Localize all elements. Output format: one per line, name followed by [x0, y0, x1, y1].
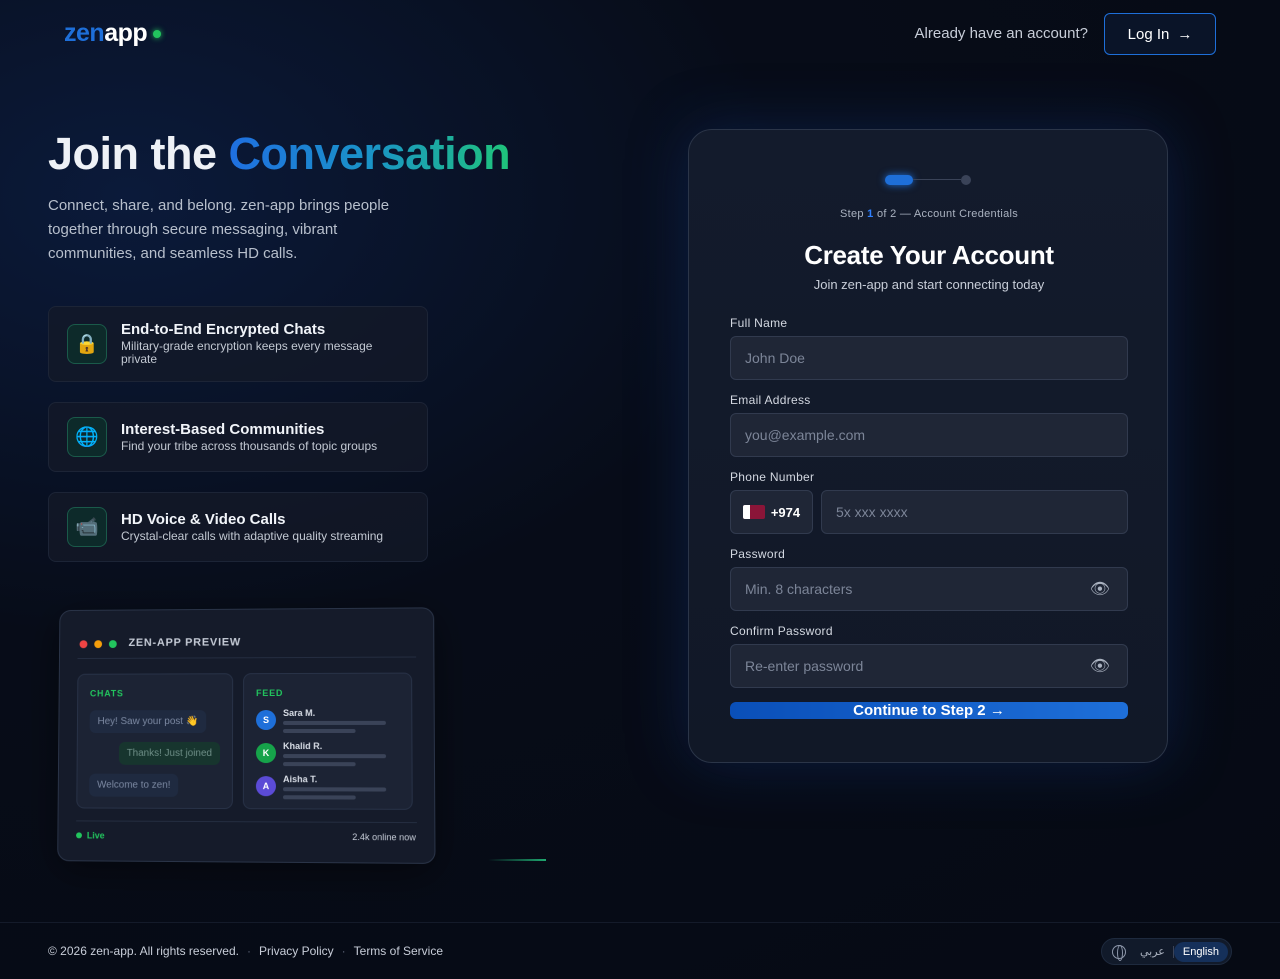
feed-user-name: Aisha T.: [283, 774, 317, 784]
window-minimize-dot: [94, 640, 102, 648]
video-camera-icon: 📹: [67, 507, 107, 547]
separator: ·: [342, 944, 346, 958]
live-indicator: Live: [76, 830, 105, 840]
chat-bubble: Hey! Saw your post 👋: [90, 710, 207, 733]
feed-item: A Aisha T.: [256, 776, 398, 801]
chats-label: CHATS: [90, 688, 124, 698]
arrow-right-icon: →: [1177, 26, 1192, 43]
logo-app-text: app: [104, 19, 147, 48]
chat-bubble: Welcome to zen!: [89, 774, 178, 797]
avatar: K: [256, 743, 276, 763]
feed-label: FEED: [256, 688, 283, 698]
step-label: Step 1 of 2 — Account Credentials: [689, 208, 1169, 220]
online-count: 2.4k online now: [352, 832, 416, 843]
feature-card-encrypted: 🔒 End-to-End Encrypted Chats Military-gr…: [48, 306, 428, 382]
feed-item: K Khalid R.: [256, 743, 397, 767]
footer: © 2026 zen-app. All rights reserved. · P…: [0, 922, 1280, 979]
feed-user-name: Khalid R.: [283, 741, 322, 751]
step-suffix: of 2 — Account Credentials: [877, 208, 1018, 220]
step-current: 1: [867, 208, 873, 220]
app-preview-card: ZEN-APP PREVIEW CHATS Hey! Saw your post…: [57, 607, 435, 864]
login-button[interactable]: Log In →: [1104, 13, 1216, 55]
feature-title: Interest-Based Communities: [121, 421, 324, 438]
country-code-select[interactable]: +974: [730, 490, 813, 534]
copyright-text: © 2026 zen-app. All rights reserved.: [48, 944, 239, 958]
full-name-input[interactable]: [730, 336, 1128, 380]
hero-title-highlight: Conversation: [229, 128, 511, 179]
phone-label: Phone Number: [730, 470, 814, 484]
feature-title: End-to-End Encrypted Chats: [121, 321, 325, 338]
hero-title-plain: Join the: [48, 128, 217, 179]
preview-title: ZEN-APP PREVIEW: [129, 636, 242, 648]
divider: [78, 657, 417, 660]
feature-description: Military-grade encryption keeps every me…: [121, 340, 411, 366]
placeholder-line: [283, 729, 356, 733]
lang-english-option[interactable]: English: [1174, 942, 1228, 962]
hero-title: Join the Conversation: [48, 128, 510, 180]
top-header: zen app Already have an account? Log In →: [0, 0, 1280, 68]
language-switcher: عربي English: [1101, 938, 1232, 965]
step-progress: [885, 174, 975, 186]
qatar-flag-icon: [743, 505, 765, 519]
hero-description: Connect, share, and belong. zen-app brin…: [48, 194, 398, 266]
terms-of-service-link[interactable]: Terms of Service: [354, 944, 443, 958]
feature-card-communities: 🌐 Interest-Based Communities Find your t…: [48, 402, 428, 472]
feature-title: HD Voice & Video Calls: [121, 511, 286, 528]
login-label: Log In: [1128, 26, 1170, 43]
avatar: A: [256, 776, 276, 796]
logo-zen-text: zen: [64, 19, 104, 48]
lang-arabic-option[interactable]: عربي: [1140, 945, 1165, 958]
eye-icon[interactable]: 👁: [1090, 656, 1110, 676]
signup-title: Create Your Account: [689, 240, 1169, 271]
phone-input[interactable]: [821, 490, 1128, 534]
password-input[interactable]: [730, 567, 1128, 611]
feed-item: S Sara M.: [256, 710, 397, 734]
feed-user-name: Sara M.: [283, 708, 315, 718]
email-label: Email Address: [730, 393, 811, 407]
full-name-label: Full Name: [730, 316, 787, 330]
chat-bubble-own: Thanks! Just joined: [119, 742, 220, 765]
window-close-dot: [80, 640, 88, 648]
avatar: S: [256, 710, 276, 730]
feature-description: Find your tribe across thousands of topi…: [121, 440, 411, 453]
privacy-policy-link[interactable]: Privacy Policy: [259, 944, 334, 958]
separator: ·: [247, 944, 251, 958]
confirm-password-input[interactable]: [730, 644, 1128, 688]
password-label: Password: [730, 547, 785, 561]
placeholder-line: [283, 795, 356, 799]
feed-pane: FEED S Sara M. K Khalid R. A Aisha T.: [243, 673, 413, 810]
footer-links: © 2026 zen-app. All rights reserved. · P…: [48, 944, 443, 958]
country-code-value: +974: [771, 505, 800, 520]
step-1-indicator: [885, 175, 913, 185]
confirm-password-label: Confirm Password: [730, 624, 833, 638]
email-input[interactable]: [730, 413, 1128, 457]
status-dot-icon: [153, 30, 161, 38]
live-label: Live: [87, 830, 105, 840]
already-have-account-text: Already have an account?: [915, 25, 1088, 42]
globe-icon: 🌐: [67, 417, 107, 457]
signup-subtitle: Join zen-app and start connecting today: [689, 277, 1169, 292]
placeholder-line: [283, 762, 356, 766]
window-maximize-dot: [109, 640, 117, 648]
step-prefix: Step: [840, 208, 864, 220]
continue-button[interactable]: Continue to Step 2 →: [730, 702, 1128, 719]
feature-description: Crystal-clear calls with adaptive qualit…: [121, 530, 411, 543]
chats-pane: CHATS Hey! Saw your post 👋 Thanks! Just …: [76, 673, 233, 809]
step-2-indicator: [961, 175, 971, 185]
placeholder-line: [283, 721, 386, 725]
decorative-line: [488, 859, 546, 861]
lock-icon: 🔒: [67, 324, 107, 364]
signup-card: Step 1 of 2 — Account Credentials Create…: [688, 129, 1168, 763]
live-dot-icon: [76, 832, 82, 838]
feature-card-calls: 📹 HD Voice & Video Calls Crystal-clear c…: [48, 492, 428, 562]
placeholder-line: [283, 787, 386, 791]
zenapp-logo[interactable]: zen app: [64, 19, 161, 48]
divider: [76, 820, 417, 823]
placeholder-line: [283, 754, 386, 758]
eye-icon[interactable]: 👁: [1090, 579, 1110, 599]
globe-icon: [1112, 945, 1126, 959]
step-connector: [913, 179, 961, 180]
